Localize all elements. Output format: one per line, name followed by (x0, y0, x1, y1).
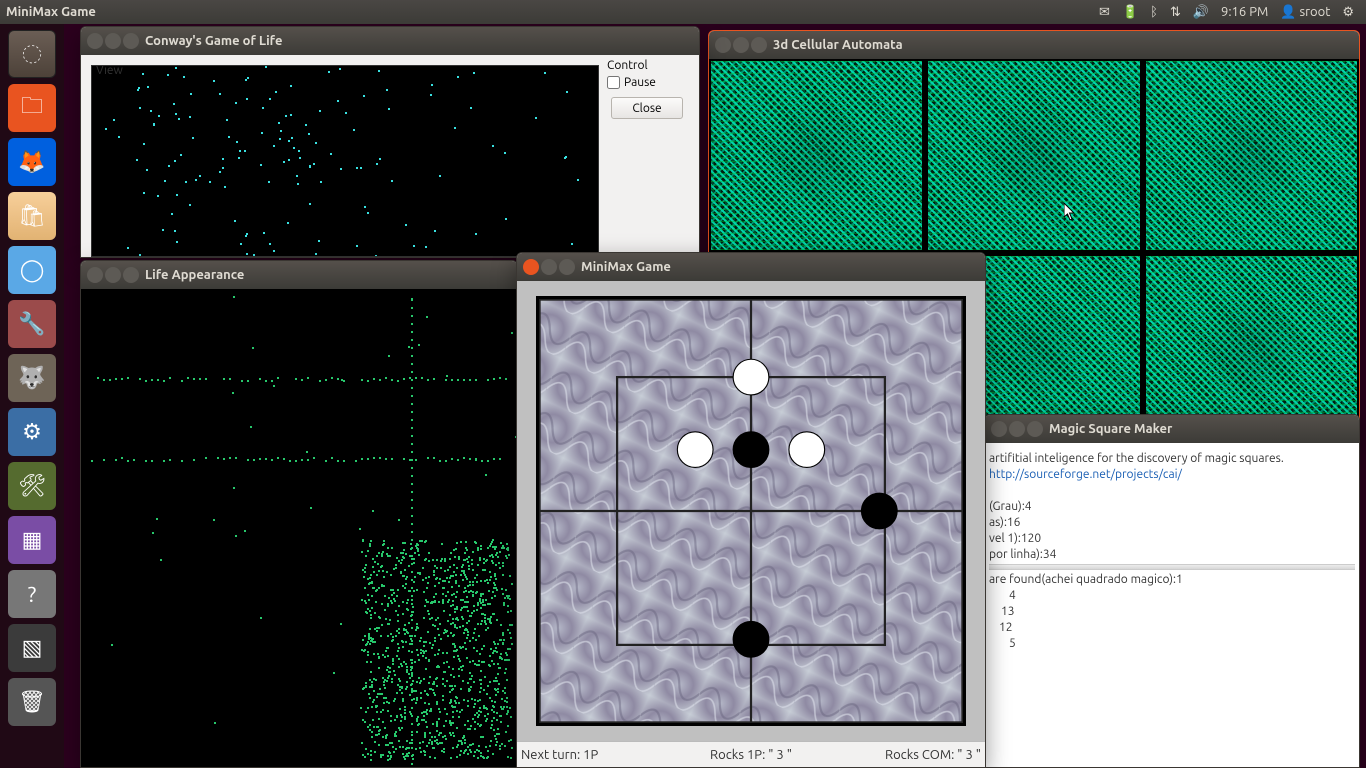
cellular-tile (928, 61, 1139, 250)
network-icon[interactable]: ⇅ (1170, 5, 1181, 20)
window-life-appearance: Life Appearance (80, 260, 518, 768)
minimize-icon[interactable] (105, 267, 121, 283)
control-label: Control (607, 59, 695, 72)
msq-num: 12 (989, 621, 1355, 634)
minimize-icon[interactable] (105, 33, 121, 49)
window-magic-square: Magic Square Maker artifitial inteligenc… (984, 414, 1360, 768)
window-title: Conway's Game of Life (145, 34, 282, 48)
window-conway: Conway's Game of Life View Control Pause… (80, 26, 700, 258)
minimize-icon[interactable] (733, 37, 749, 53)
close-icon[interactable] (523, 259, 539, 275)
maximize-icon[interactable] (123, 267, 139, 283)
view-menu[interactable]: View (96, 65, 123, 77)
msq-body: artifitial inteligence for the discovery… (985, 443, 1359, 767)
volume-icon[interactable]: 🔊 (1193, 5, 1209, 20)
pause-checkbox-row[interactable]: Pause (607, 76, 695, 89)
msq-link[interactable]: http://sourceforge.net/projects/cai/ (989, 468, 1182, 481)
gimp-icon[interactable]: 🐺 (8, 354, 56, 402)
close-icon[interactable] (991, 421, 1007, 437)
game-piece[interactable] (733, 359, 769, 395)
close-button[interactable]: Close (611, 97, 683, 119)
msq-line: are found(achei quadrado magico):1 (989, 573, 1355, 586)
close-icon[interactable] (87, 267, 103, 283)
game-board[interactable] (536, 296, 966, 726)
maximize-icon[interactable] (1027, 421, 1043, 437)
status-com: Rocks COM: " 3 " (828, 748, 981, 762)
squares-icon[interactable]: ▦ (8, 516, 56, 564)
titlebar[interactable]: MiniMax Game (517, 253, 985, 281)
game-piece[interactable] (733, 432, 769, 468)
game-piece[interactable] (861, 493, 897, 529)
minimize-icon[interactable] (541, 259, 557, 275)
titlebar[interactable]: Life Appearance (81, 261, 517, 289)
msq-line: (Grau):4 (989, 500, 1355, 513)
software-center-icon[interactable]: 🛍 (8, 192, 56, 240)
battery-icon[interactable]: 🔋 (1122, 5, 1138, 20)
msq-num: 5 (989, 637, 1355, 650)
pause-checkbox[interactable] (607, 76, 620, 89)
control-panel: Control Pause Close (603, 55, 699, 257)
top-panel: MiniMax Game ✉ 🔋 ᛒ ⇅ 🔊 9:16 PM 👤 sroot ⚙ (0, 0, 1366, 24)
status-turn: Next turn: 1P (521, 748, 674, 762)
tools-icon[interactable]: 🛠 (8, 462, 56, 510)
user-name: sroot (1299, 5, 1330, 19)
window-title: Life Appearance (145, 268, 244, 282)
minimize-icon[interactable] (1009, 421, 1025, 437)
workspace-icon[interactable]: ▧ (8, 624, 56, 672)
window-title: MiniMax Game (581, 260, 671, 274)
gears-icon[interactable]: ⚙ (8, 408, 56, 456)
active-app-name: MiniMax Game (6, 5, 96, 19)
trash-icon[interactable]: 🗑 (8, 678, 56, 726)
maximize-icon[interactable] (123, 33, 139, 49)
maximize-icon[interactable] (751, 37, 767, 53)
msq-line: vel 1):120 (989, 532, 1355, 545)
game-piece[interactable] (677, 432, 713, 468)
clock[interactable]: 9:16 PM (1221, 5, 1268, 19)
window-title: 3d Cellular Automata (773, 38, 903, 52)
titlebar[interactable]: Conway's Game of Life (81, 27, 699, 55)
chromium-icon[interactable]: ◯ (8, 246, 56, 294)
cellular-tile (1146, 61, 1357, 250)
firefox-icon[interactable]: 🦊 (8, 138, 56, 186)
msq-num: 4 (989, 589, 1355, 602)
launcher: ◌ 🗀 🦊 🛍 ◯ 🔧 🐺 ⚙ 🛠 ▦ ? ▧ 🗑 (0, 24, 64, 768)
dash-icon[interactable]: ◌ (8, 30, 56, 78)
status-p1: Rocks 1P: " 3 " (674, 748, 827, 762)
cellular-tile (711, 61, 922, 250)
msq-line: artifitial inteligence for the discovery… (989, 452, 1355, 465)
maximize-icon[interactable] (559, 259, 575, 275)
game-piece[interactable] (733, 621, 769, 657)
msq-num: 13 (989, 605, 1355, 618)
separator (989, 564, 1355, 570)
bluetooth-icon[interactable]: ᛒ (1150, 5, 1158, 19)
msq-line: as):16 (989, 516, 1355, 529)
titlebar[interactable]: 3d Cellular Automata (709, 31, 1359, 59)
settings-icon[interactable]: 🔧 (8, 300, 56, 348)
mail-icon[interactable]: ✉ (1099, 5, 1110, 20)
help-icon[interactable]: ? (8, 570, 56, 618)
msq-line: por linha):34 (989, 548, 1355, 561)
close-icon[interactable] (715, 37, 731, 53)
window-minimax: MiniMax Game (516, 252, 986, 768)
pause-label: Pause (624, 76, 656, 89)
session-icon[interactable]: ⚙ (1342, 5, 1354, 20)
status-bar: Next turn: 1P Rocks 1P: " 3 " Rocks COM:… (517, 741, 985, 767)
user-menu[interactable]: 👤 sroot (1280, 5, 1330, 20)
files-icon[interactable]: 🗀 (8, 84, 56, 132)
window-title: Magic Square Maker (1049, 422, 1172, 436)
titlebar[interactable]: Magic Square Maker (985, 415, 1359, 443)
life-canvas (81, 289, 517, 767)
conway-canvas: View (91, 65, 599, 257)
close-icon[interactable] (87, 33, 103, 49)
game-piece[interactable] (789, 432, 825, 468)
